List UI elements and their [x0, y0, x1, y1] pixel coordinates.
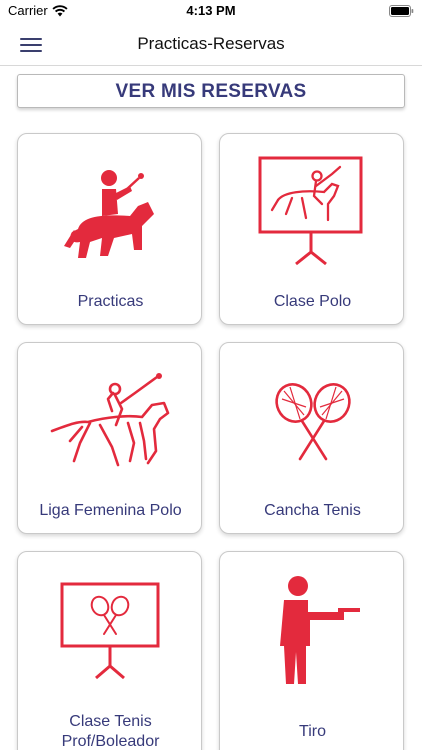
navigation-bar: Practicas-Reservas [0, 24, 422, 66]
card-label: Clase Polo [273, 293, 352, 310]
card-label: Practicas [77, 293, 144, 310]
hamburger-menu-icon[interactable] [18, 33, 46, 57]
card-tiro[interactable]: Tiro [219, 551, 404, 750]
card-label: Liga Femenina Polo [39, 502, 182, 519]
card-label: Clase Tenis Prof/Boleador [61, 713, 160, 750]
shooter-icon [280, 576, 360, 684]
polo-rider-icon [64, 170, 154, 258]
tennis-rackets-icon [275, 383, 351, 461]
card-clase-polo[interactable]: Clase Polo [219, 133, 404, 325]
card-label: Cancha Tenis [264, 502, 361, 519]
card-cancha-tenis[interactable]: Cancha Tenis [219, 342, 404, 534]
clock: 4:13 PM [186, 3, 236, 18]
ver-mis-reservas-button[interactable]: VER MIS RESERVAS [17, 74, 405, 108]
page-title: Practicas-Reservas [137, 34, 285, 53]
status-bar: Carrier 4:13 PM [0, 0, 422, 24]
battery-icon [389, 5, 414, 17]
card-label: Tiro [299, 723, 326, 740]
polo-class-board-icon [258, 156, 363, 266]
card-clase-tenis[interactable]: Clase Tenis Prof/Boleador [17, 551, 202, 750]
women-polo-icon [50, 373, 170, 467]
tennis-class-board-icon [60, 582, 160, 680]
card-practicas[interactable]: Practicas [17, 133, 202, 325]
card-liga-femenina-polo[interactable]: Liga Femenina Polo [17, 342, 202, 534]
